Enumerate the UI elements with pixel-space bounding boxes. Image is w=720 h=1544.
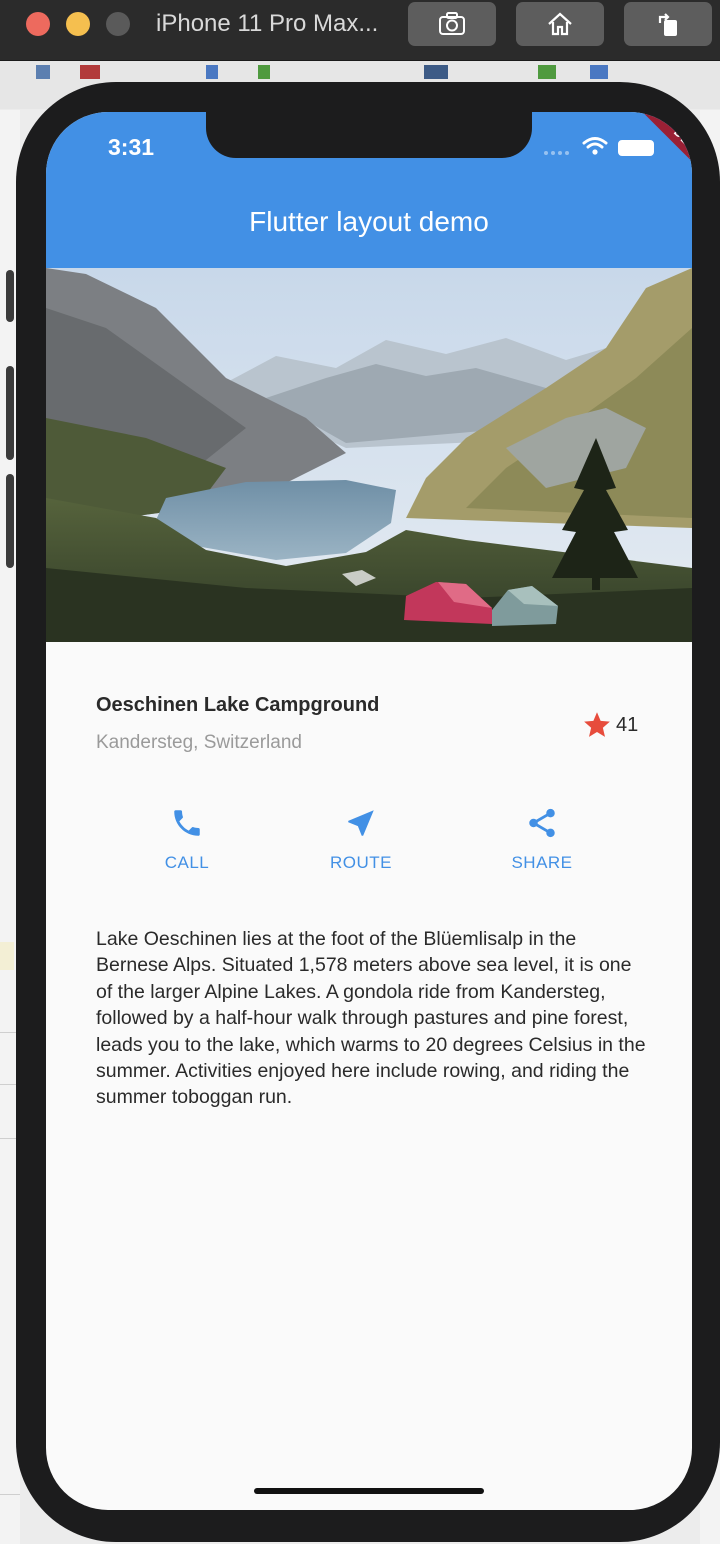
call-button[interactable]: CALL — [127, 806, 247, 873]
rotate-icon — [658, 13, 677, 36]
battery-icon — [618, 140, 654, 156]
rotate-button[interactable] — [624, 2, 712, 46]
debug-banner: DEBUG — [632, 112, 692, 208]
home-icon — [548, 12, 572, 36]
place-name: Oeschinen Lake Campground — [96, 694, 380, 716]
place-location: Kandersteg, Switzerland — [96, 732, 302, 753]
home-button[interactable] — [516, 2, 604, 46]
star-icon — [584, 712, 610, 737]
place-description: Lake Oeschinen lies at the foot of the B… — [96, 928, 646, 1109]
call-label: CALL — [164, 853, 210, 872]
cellular-signal-icon — [544, 151, 569, 155]
simulator-title-bar: iPhone 11 Pro Max... — [0, 0, 720, 61]
route-button[interactable]: ROUTE — [301, 806, 421, 873]
simulator-title: iPhone 11 Pro Max... — [156, 10, 379, 37]
wifi-icon — [582, 137, 608, 155]
zoom-window-button[interactable] — [106, 12, 130, 36]
navigation-icon — [348, 810, 374, 836]
home-indicator[interactable] — [254, 1488, 484, 1494]
share-label: SHARE — [511, 853, 573, 872]
phone-screen: 3:31 DEBUG Flutter layout demo Oeschinen… — [46, 112, 692, 1510]
route-label: ROUTE — [330, 853, 392, 872]
screenshot-button[interactable] — [408, 2, 496, 46]
rating-count: 41 — [616, 713, 639, 736]
status-time: 3:31 — [108, 134, 155, 160]
minimize-window-button[interactable] — [66, 12, 90, 36]
action-buttons-row: CALL ROUTE SHARE — [46, 806, 692, 886]
app-bar-title: Flutter layout demo — [249, 206, 489, 237]
device-notch — [206, 112, 532, 158]
phone-icon — [174, 810, 200, 836]
camera-icon — [439, 12, 465, 35]
lake-photo — [46, 268, 692, 642]
rating[interactable]: 41 — [582, 710, 638, 740]
close-window-button[interactable] — [26, 12, 50, 36]
share-icon — [529, 808, 555, 838]
share-button[interactable]: SHARE — [482, 806, 602, 873]
